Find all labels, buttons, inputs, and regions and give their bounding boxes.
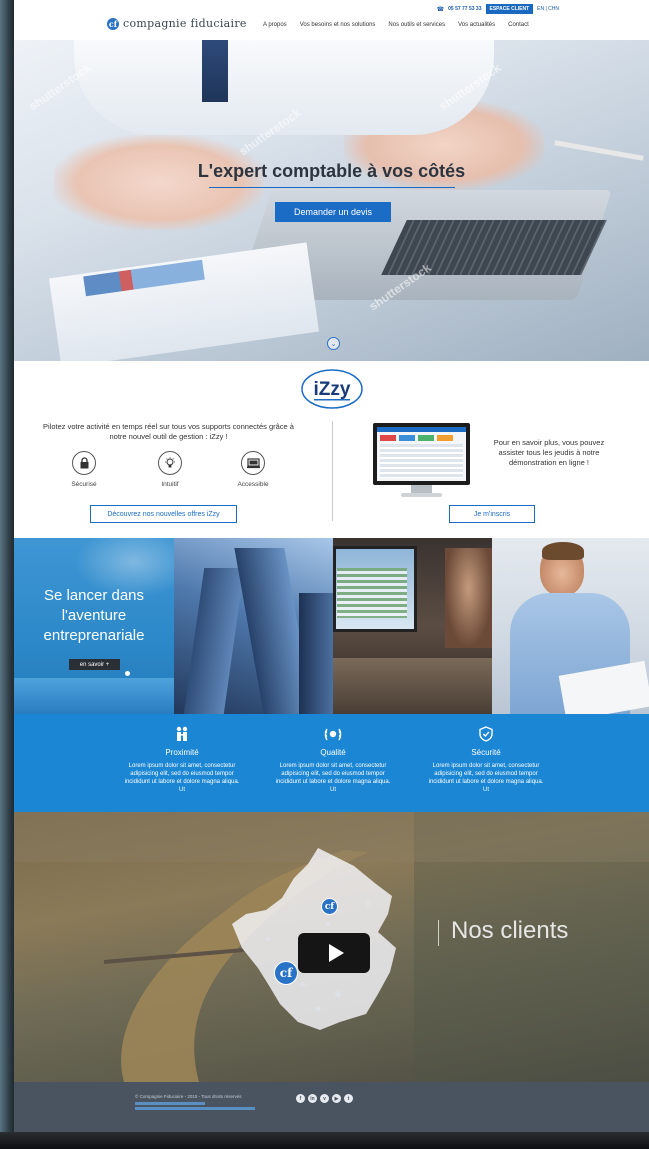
nav-item-besoins[interactable]: Vos besoins et nos solutions [300, 22, 376, 28]
izzy-offers-button[interactable]: Découvrez nos nouvelles offres iZzy [90, 505, 237, 523]
nav-item-a-propos[interactable]: A propos [263, 22, 287, 28]
monitor-stand [411, 485, 432, 493]
site-header: ☎ 05 57 77 53 33 ESPACE CLIENT EN | CHN … [14, 0, 649, 41]
logo-text: compagnie fiduciaire [123, 17, 247, 30]
social-links: f in v ▶ t [296, 1094, 353, 1103]
website-page: ☎ 05 57 77 53 33 ESPACE CLIENT EN | CHN … [14, 0, 649, 1132]
value-security: Sécurité Lorem ipsum dolor sit amet, con… [426, 726, 546, 794]
quote-request-button[interactable]: Demander un devis [275, 202, 391, 222]
building-shape [183, 568, 245, 714]
tile-photo-sea [14, 678, 174, 714]
hero-title: L'expert comptable à vos côtés [197, 161, 466, 181]
phone-icon: ☎ [436, 6, 445, 13]
devices-icon [241, 451, 265, 475]
monitor-screen [373, 423, 470, 485]
feature-label: Intuitif [161, 481, 179, 488]
video-play-button[interactable] [298, 933, 370, 973]
twitter-icon[interactable]: t [344, 1094, 353, 1103]
laurel-icon [273, 726, 393, 744]
value-title: Sécurité [471, 748, 501, 757]
people-icon [122, 726, 242, 744]
scroll-down-icon[interactable]: ⌄ [327, 337, 340, 350]
site-logo[interactable]: cf compagnie fiduciaire [107, 17, 247, 30]
language-switch[interactable]: EN | CHN [537, 6, 559, 12]
learn-more-button[interactable]: en savoir + [69, 659, 120, 670]
feature-intuitive: Intuitif [140, 451, 200, 488]
feature-accessible: Accessible [223, 451, 283, 488]
clients-section: cf cf Nos clients [14, 812, 649, 1082]
viadeo-icon[interactable]: v [320, 1094, 329, 1103]
nav-item-outils[interactable]: Nos outils et services [388, 22, 445, 28]
value-quality: Qualité Lorem ipsum dolor sit amet, cons… [273, 726, 393, 794]
clients-title: Nos clients [451, 917, 569, 944]
izzy-intro: Pilotez votre activité en temps réel sur… [43, 422, 294, 441]
hero-photo-document [49, 242, 319, 361]
tile-entrepreneur[interactable]: Se lancer dans l'aventure entreprenarial… [14, 538, 174, 714]
play-icon [328, 944, 344, 962]
value-title: Qualité [320, 748, 346, 757]
value-text: Lorem ipsum dolor sit amet, consectetur … [275, 763, 391, 793]
signup-button[interactable]: Je m'inscris [449, 505, 535, 523]
top-bar: ☎ 05 57 77 53 33 ESPACE CLIENT EN | CHN [437, 4, 559, 14]
desk-surface [333, 658, 492, 714]
nav-item-contact[interactable]: Contact [508, 22, 529, 28]
feature-label: Sécurisé [71, 481, 97, 488]
footer-link-placeholder[interactable] [135, 1107, 255, 1110]
demo-text: Pour en savoir plus, vous pouvez assiste… [493, 438, 605, 467]
spreadsheet-preview [337, 568, 407, 618]
person-silhouette [445, 548, 492, 648]
entrepreneur-title: Se lancer dans l'aventure entreprenarial… [43, 587, 145, 644]
value-proximity: Proximité Lorem ipsum dolor sit amet, co… [122, 726, 242, 794]
person-hair [542, 542, 584, 560]
map-pin-icon[interactable]: cf [274, 961, 298, 985]
tile-office-desk[interactable] [333, 538, 492, 714]
linkedin-icon[interactable]: in [308, 1094, 317, 1103]
feature-label: Accessible [237, 481, 269, 488]
footer-text: © Compagnie Fiduciaire - 2015 - Tous dro… [135, 1094, 255, 1110]
hero-banner: shutterstock shutterstock shutterstock s… [14, 40, 649, 361]
izzy-logo[interactable]: iZzy [300, 369, 364, 409]
lock-icon [72, 451, 96, 475]
logo-mark-icon: cf [107, 17, 119, 30]
slider-dot[interactable] [125, 671, 130, 676]
facebook-icon[interactable]: f [296, 1094, 305, 1103]
value-title: Proximité [165, 748, 199, 757]
title-divider [438, 920, 439, 946]
tile-skyscrapers[interactable] [174, 538, 333, 714]
values-band: Proximité Lorem ipsum dolor sit amet, co… [14, 714, 649, 812]
section-divider [332, 421, 333, 521]
client-area-button[interactable]: ESPACE CLIENT [485, 4, 534, 14]
hero-photo-pen [554, 140, 644, 161]
copyright: © Compagnie Fiduciaire - 2015 - Tous dro… [135, 1094, 242, 1099]
value-text: Lorem ipsum dolor sit amet, consectetur … [428, 763, 544, 793]
hero-photo-tie [202, 40, 228, 102]
youtube-icon[interactable]: ▶ [332, 1094, 341, 1103]
site-footer: © Compagnie Fiduciaire - 2015 - Tous dro… [14, 1082, 649, 1132]
phone-number[interactable]: 05 57 77 53 33 [448, 6, 481, 12]
izzy-dashboard-screenshot [373, 423, 470, 499]
shield-icon [426, 726, 546, 744]
izzy-logo-text: iZzy [314, 379, 351, 400]
hero-photo-hands [54, 135, 264, 230]
nav-item-actualites[interactable]: Vos actualités [458, 22, 495, 28]
hero-underline [209, 187, 455, 188]
building-shape [299, 593, 333, 714]
dashboard-preview [377, 427, 466, 481]
feature-secure: Sécurisé [54, 451, 114, 488]
lightbulb-icon [158, 451, 182, 475]
main-nav: A propos Vos besoins et nos solutions No… [263, 22, 529, 28]
value-text: Lorem ipsum dolor sit amet, consectetur … [124, 763, 240, 793]
mockup-frame-bottom [0, 1132, 649, 1149]
tile-businessman[interactable] [492, 538, 649, 714]
monitor-base [401, 493, 442, 497]
map-pin-icon[interactable]: cf [321, 898, 338, 915]
footer-link-placeholder[interactable] [135, 1102, 205, 1105]
izzy-section: iZzy Pilotez votre activité en temps rée… [14, 361, 649, 538]
image-tiles: Se lancer dans l'aventure entreprenarial… [14, 538, 649, 714]
